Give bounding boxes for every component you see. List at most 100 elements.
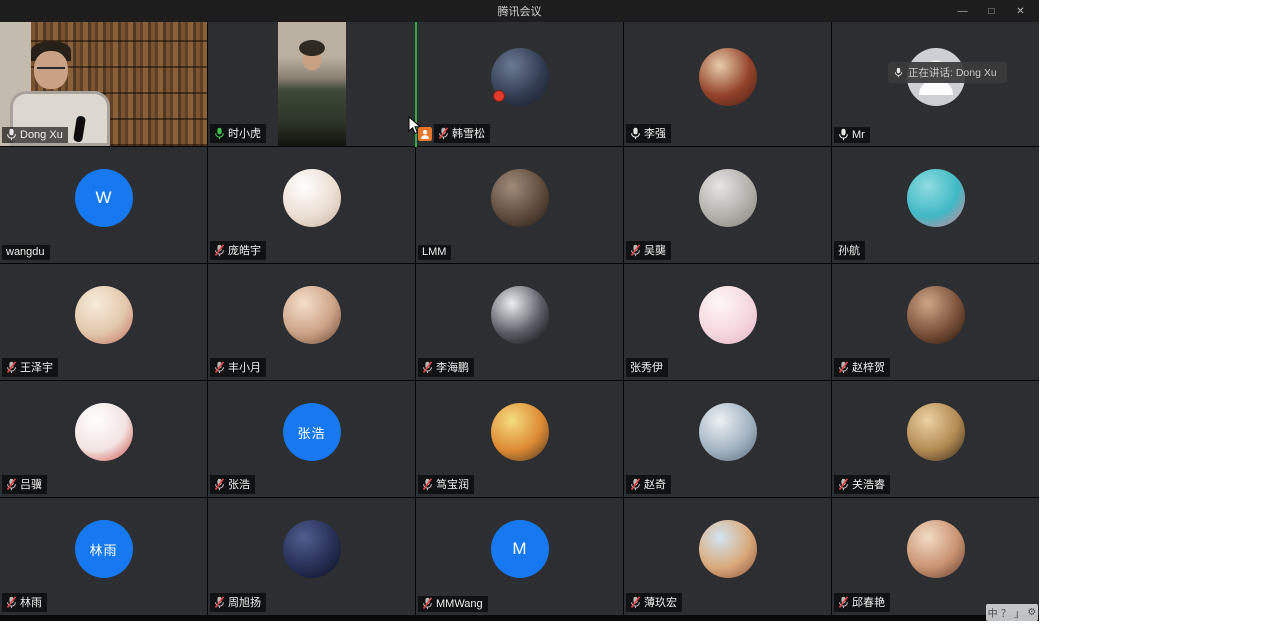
participant-tile[interactable]: 王泽宇 xyxy=(0,264,207,380)
mic-icon xyxy=(838,128,849,141)
avatar-image xyxy=(699,48,757,106)
participant-tile[interactable]: 关浩睿 xyxy=(832,381,1039,497)
name-label-row: 薄玖宏 xyxy=(626,593,682,612)
participant-name: 赵梓贺 xyxy=(852,359,885,375)
participant-tile[interactable]: Mr xyxy=(832,22,1039,146)
mic-muted-icon xyxy=(6,478,17,491)
avatar-initials: M xyxy=(512,539,526,559)
avatar-image: 张浩 xyxy=(283,403,341,461)
participant-tile[interactable]: 周旭扬 xyxy=(208,498,415,615)
avatar xyxy=(491,169,549,227)
avatar xyxy=(491,48,549,106)
mic-muted-icon xyxy=(422,597,433,610)
participant-tile[interactable]: 李海鹏 xyxy=(416,264,623,380)
participant-tile[interactable]: 吴龑 xyxy=(624,147,831,263)
participant-tile[interactable]: 吕骥 xyxy=(0,381,207,497)
participant-name: MMWang xyxy=(436,598,483,610)
name-label: 邱春艳 xyxy=(834,593,890,612)
avatar xyxy=(699,48,757,106)
participant-tile[interactable]: 李强 xyxy=(624,22,831,146)
mic-muted-icon xyxy=(214,244,225,257)
participant-video xyxy=(278,22,346,146)
name-label-row: 赵梓贺 xyxy=(834,358,890,377)
avatar-image xyxy=(491,403,549,461)
participant-tile[interactable]: 韩雪松 xyxy=(416,22,623,146)
avatar-image xyxy=(907,520,965,578)
name-label-row: 林雨 xyxy=(2,593,47,612)
participant-name: 邱春艳 xyxy=(852,594,885,610)
participant-tile[interactable]: M MMWang xyxy=(416,498,623,615)
participant-tile[interactable]: 赵梓贺 xyxy=(832,264,1039,380)
close-icon[interactable]: ✕ xyxy=(1006,0,1035,22)
participant-name: 赵奇 xyxy=(644,476,666,492)
avatar xyxy=(75,403,133,461)
name-label: 周旭扬 xyxy=(210,593,266,612)
avatar-image xyxy=(907,169,965,227)
mic-muted-icon xyxy=(838,478,849,491)
ime-toolbar[interactable]: 中 ？ 」 ⚙ xyxy=(986,604,1038,621)
name-label: 吕骥 xyxy=(2,475,47,494)
ime-help-icon[interactable]: ？ xyxy=(1001,605,1011,620)
mic-muted-icon xyxy=(422,361,433,374)
name-label: Dong Xu xyxy=(2,127,68,143)
avatar xyxy=(491,403,549,461)
mic-icon xyxy=(630,127,641,140)
avatar-image xyxy=(699,286,757,344)
name-label-row: 庞皓宇 xyxy=(210,241,266,260)
mic-muted-icon xyxy=(214,361,225,374)
name-label-row: 吕骥 xyxy=(2,475,47,494)
minimize-icon[interactable]: — xyxy=(948,0,977,22)
participant-tile[interactable]: 林雨林雨 xyxy=(0,498,207,615)
speaking-toast: 正在讲话: Dong Xu xyxy=(888,62,1007,83)
participant-name: wangdu xyxy=(6,246,45,258)
participant-tile[interactable]: 薄玖宏 xyxy=(624,498,831,615)
ime-language-icon[interactable]: 中 xyxy=(988,605,998,620)
avatar-image xyxy=(699,520,757,578)
participant-name: 丰小月 xyxy=(228,359,261,375)
participant-tile[interactable]: 张浩张浩 xyxy=(208,381,415,497)
avatar xyxy=(907,403,965,461)
mic-muted-icon xyxy=(214,596,225,609)
participant-name: 林雨 xyxy=(20,594,42,610)
window-controls: — □ ✕ xyxy=(948,0,1035,22)
name-label: 庞皓宇 xyxy=(210,241,266,260)
name-label-row: 韩雪松 xyxy=(418,124,490,143)
name-label: 赵梓贺 xyxy=(834,358,890,377)
participant-tile[interactable]: 赵奇 xyxy=(624,381,831,497)
participant-name: 李强 xyxy=(644,125,666,141)
avatar-image xyxy=(907,286,965,344)
name-label: 林雨 xyxy=(2,593,47,612)
name-label: LMM xyxy=(418,245,451,260)
name-label: 王泽宇 xyxy=(2,358,58,377)
name-label: 张浩 xyxy=(210,475,255,494)
name-label-row: 吴龑 xyxy=(626,241,671,260)
mic-muted-icon xyxy=(6,596,17,609)
avatar xyxy=(491,286,549,344)
participant-name: 吕骥 xyxy=(20,476,42,492)
mic-muted-icon xyxy=(838,596,849,609)
participant-tile[interactable]: 笃宝润 xyxy=(416,381,623,497)
participant-name: 周旭扬 xyxy=(228,594,261,610)
participant-name: 时小虎 xyxy=(228,125,261,141)
ime-toolbar-icon[interactable]: 」 xyxy=(1014,605,1024,620)
avatar-image xyxy=(491,169,549,227)
participant-tile[interactable]: Dong Xu xyxy=(0,22,207,146)
participant-tile[interactable]: 邱春艳 xyxy=(832,498,1039,615)
participant-tile[interactable]: LMM xyxy=(416,147,623,263)
participant-tile[interactable]: 庞皓宇 xyxy=(208,147,415,263)
avatar: M xyxy=(491,520,549,578)
avatar xyxy=(699,169,757,227)
maximize-icon[interactable]: □ xyxy=(977,0,1006,22)
participant-tile[interactable]: Wwangdu xyxy=(0,147,207,263)
mic-muted-icon xyxy=(422,478,433,491)
window-title: 腾讯会议 xyxy=(498,3,542,19)
name-label: 丰小月 xyxy=(210,358,266,377)
participant-tile[interactable]: 时小虎 xyxy=(208,22,415,146)
participant-tile[interactable]: 孙航 xyxy=(832,147,1039,263)
participant-tile[interactable]: 张秀伊 xyxy=(624,264,831,380)
mic-muted-icon xyxy=(438,127,449,140)
participant-tile[interactable]: 丰小月 xyxy=(208,264,415,380)
avatar xyxy=(907,169,965,227)
video-grid: Dong Xu 时小虎 韩雪松 李强 Mr Wwangdu庞皓宇 LMM 吴龑 孙航王泽宇 丰小月… xyxy=(0,22,1039,615)
ime-settings-icon[interactable]: ⚙ xyxy=(1027,607,1036,618)
